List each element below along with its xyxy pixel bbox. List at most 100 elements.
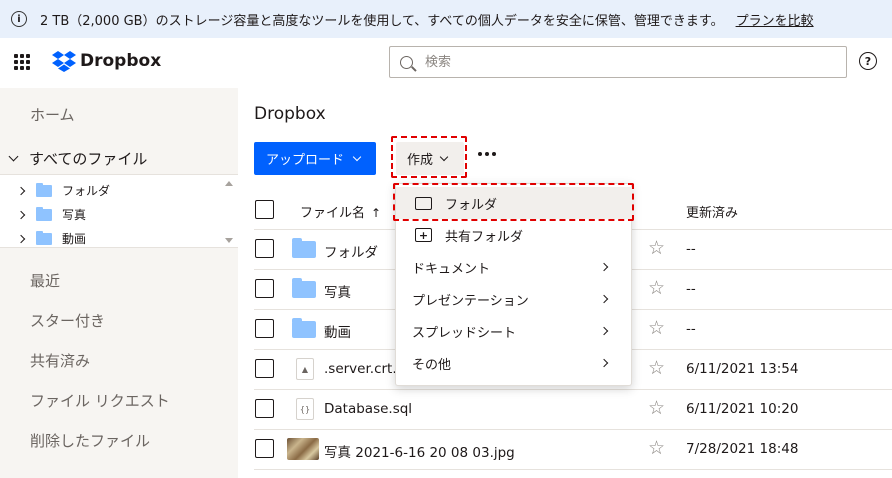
row-modified: 6/11/2021 10:20	[686, 401, 799, 417]
row-modified: 7/28/2021 18:48	[686, 441, 799, 457]
app-grid-icon[interactable]	[14, 54, 30, 70]
menu-item-folder[interactable]: フォルダ	[396, 187, 633, 219]
chevron-down-icon[interactable]	[8, 151, 19, 162]
chevron-right-icon	[599, 262, 609, 272]
dropbox-icon	[52, 51, 76, 72]
compare-plans-link[interactable]: プランを比較	[736, 10, 814, 29]
sidebar-item-all-files[interactable]: すべてのファイル	[8, 148, 147, 169]
chevron-right-icon	[599, 326, 609, 336]
create-label: 作成	[407, 153, 434, 168]
menu-item-label: フォルダ	[445, 197, 498, 213]
select-all-checkbox[interactable]	[255, 200, 274, 219]
page-title: Dropbox	[254, 104, 326, 124]
chevron-right-icon[interactable]	[16, 186, 26, 195]
column-header-modified[interactable]: 更新済み	[686, 202, 738, 221]
menu-item-label: ドキュメント	[412, 261, 491, 277]
tree-item-label: 写真	[62, 208, 87, 222]
divider	[254, 429, 892, 430]
row-name[interactable]: フォルダ	[324, 241, 378, 261]
upload-button[interactable]: アップロード	[254, 142, 376, 175]
create-button[interactable]: 作成	[396, 142, 464, 175]
tree-item-folder[interactable]: フォルダ	[16, 182, 111, 199]
sidebar-item-starred[interactable]: スター付き	[30, 310, 105, 331]
row-name[interactable]: Database.sql	[324, 401, 412, 417]
row-modified: 6/11/2021 13:54	[686, 361, 799, 377]
folder-icon	[292, 278, 316, 298]
sidebar-item-shared[interactable]: 共有済み	[30, 350, 90, 371]
shared-folder-icon: +	[415, 228, 432, 242]
row-checkbox[interactable]	[255, 359, 274, 378]
folder-tree: フォルダ 写真 動画	[0, 174, 238, 248]
menu-item-other[interactable]: その他	[396, 347, 633, 379]
star-icon[interactable]: ☆	[648, 279, 665, 298]
sidebar: ホーム すべてのファイル フォルダ 写真 動画 最近 スター付き 共有済み ファ…	[0, 88, 238, 478]
sort-arrow-up-icon[interactable]: ↑	[371, 206, 381, 220]
column-name-label: ファイル名	[300, 206, 366, 221]
row-modified: --	[686, 281, 696, 297]
folder-icon	[292, 238, 316, 258]
tree-item-videos[interactable]: 動画	[16, 230, 87, 247]
tree-scrollbar[interactable]	[224, 175, 234, 249]
row-checkbox[interactable]	[255, 279, 274, 298]
menu-item-spreadsheet[interactable]: スプレッドシート	[396, 315, 633, 347]
menu-item-label: プレゼンテーション	[412, 293, 529, 309]
tree-item-label: フォルダ	[62, 184, 111, 198]
row-name[interactable]: 写真 2021-6-16 20 08 03.jpg	[324, 441, 515, 461]
dropbox-logo[interactable]: Dropbox	[52, 50, 161, 72]
menu-item-shared-folder[interactable]: + 共有フォルダ	[396, 219, 633, 251]
star-icon[interactable]: ☆	[648, 239, 665, 258]
folder-icon	[36, 182, 52, 197]
star-icon[interactable]: ☆	[648, 399, 665, 418]
search-box[interactable]	[389, 46, 847, 78]
upload-label: アップロード	[266, 153, 345, 168]
info-icon: i	[11, 11, 27, 27]
sidebar-item-deleted-files[interactable]: 削除したファイル	[30, 430, 150, 451]
star-icon[interactable]: ☆	[648, 439, 665, 458]
row-name[interactable]: 動画	[324, 321, 351, 341]
search-input[interactable]	[423, 53, 803, 71]
row-name[interactable]: .server.crt.s	[324, 361, 404, 377]
tree-item-photos[interactable]: 写真	[16, 206, 87, 223]
folder-icon	[36, 206, 52, 221]
scroll-up-icon[interactable]	[225, 181, 233, 186]
sidebar-item-home[interactable]: ホーム	[30, 104, 75, 125]
create-menu: フォルダ + 共有フォルダ ドキュメント プレゼンテーション スプレッドシート …	[395, 183, 633, 386]
menu-item-label: その他	[412, 357, 452, 373]
chevron-right-icon	[599, 358, 609, 368]
divider	[254, 389, 892, 390]
menu-item-presentation[interactable]: プレゼンテーション	[396, 283, 633, 315]
scroll-down-icon[interactable]	[225, 238, 233, 243]
star-icon[interactable]: ☆	[648, 319, 665, 338]
folder-icon	[36, 230, 52, 245]
row-checkbox[interactable]	[255, 319, 274, 338]
chevron-down-icon	[352, 152, 362, 162]
more-options-icon[interactable]	[478, 152, 496, 156]
tree-item-label: 動画	[62, 232, 87, 246]
folder-icon	[415, 196, 432, 210]
row-checkbox[interactable]	[255, 439, 274, 458]
menu-item-label: 共有フォルダ	[445, 229, 524, 245]
upgrade-banner: i 2 TB（2,000 GB）のストレージ容量と高度なツールを使用して、すべて…	[0, 0, 892, 38]
chevron-right-icon[interactable]	[16, 234, 26, 243]
logo-text: Dropbox	[80, 51, 162, 71]
divider	[254, 469, 892, 470]
sidebar-item-recent[interactable]: 最近	[30, 270, 60, 291]
code-file-icon: {}	[296, 398, 314, 420]
certificate-file-icon: ▲	[296, 358, 314, 380]
banner-text: 2 TB（2,000 GB）のストレージ容量と高度なツールを使用して、すべての個…	[40, 13, 724, 29]
row-name[interactable]: 写真	[324, 281, 351, 301]
sidebar-item-file-requests[interactable]: ファイル リクエスト	[30, 390, 170, 411]
row-checkbox[interactable]	[255, 399, 274, 418]
column-header-name[interactable]: ファイル名 ↑	[300, 202, 381, 221]
chevron-down-icon	[439, 152, 449, 162]
row-modified: --	[686, 241, 696, 257]
menu-item-document[interactable]: ドキュメント	[396, 251, 633, 283]
help-icon[interactable]: ?	[859, 52, 877, 70]
row-modified: --	[686, 321, 696, 337]
chevron-right-icon	[599, 294, 609, 304]
menu-item-label: スプレッドシート	[412, 325, 517, 341]
folder-icon	[292, 318, 316, 338]
chevron-right-icon[interactable]	[16, 210, 26, 219]
star-icon[interactable]: ☆	[648, 359, 665, 378]
row-checkbox[interactable]	[255, 239, 274, 258]
